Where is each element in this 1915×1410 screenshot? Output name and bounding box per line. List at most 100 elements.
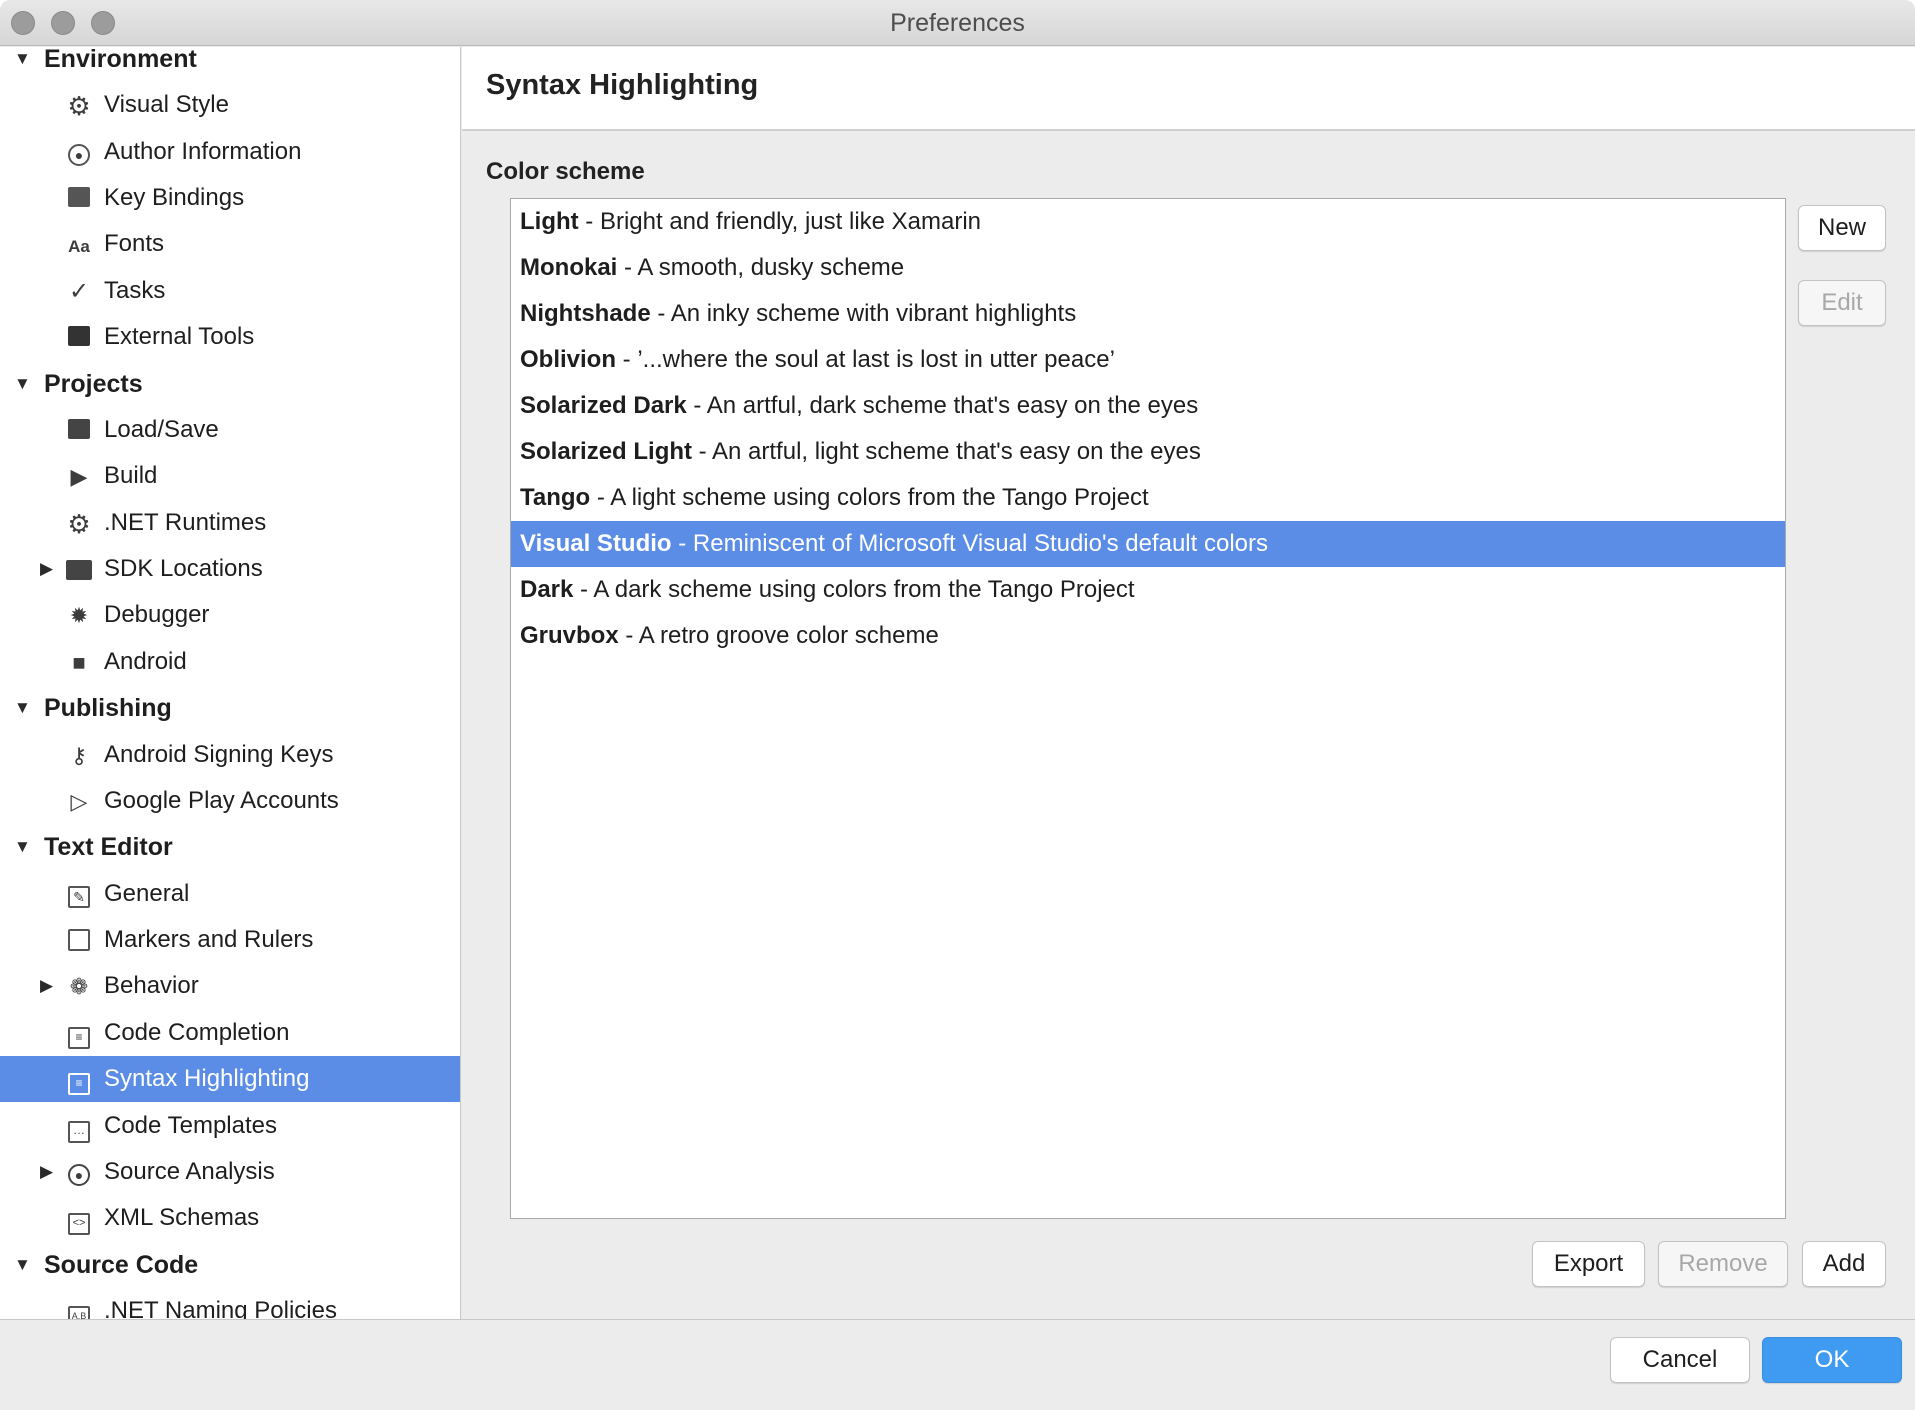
sidebar-item-general[interactable]: ✎ General xyxy=(0,871,460,917)
sidebar-category-label: Source Code xyxy=(44,1251,199,1279)
sidebar-category-publishing[interactable]: ▼ Publishing xyxy=(0,685,460,731)
scheme-name: Gruvbox xyxy=(520,622,619,649)
color-scheme-row[interactable]: Visual Studio - Reminiscent of Microsoft… xyxy=(511,521,1785,567)
person-icon: ● xyxy=(66,141,92,166)
keyboard-icon xyxy=(66,187,92,211)
color-scheme-list[interactable]: Light - Bright and friendly, just like X… xyxy=(510,198,1786,1219)
disclosure-expanded-icon[interactable]: ▼ xyxy=(14,1242,34,1288)
disclosure-collapsed-icon[interactable]: ▶ xyxy=(40,963,60,1009)
sidebar-item-net-runtimes[interactable]: ⚙ .NET Runtimes xyxy=(0,500,460,546)
scheme-description: - ’...where the soul at last is lost in … xyxy=(616,346,1115,373)
list-icon: ≡ xyxy=(66,1022,92,1049)
sidebar-item-google-play-accounts[interactable]: ▷ Google Play Accounts xyxy=(0,778,460,824)
ellipsis-box-icon: … xyxy=(66,1115,92,1143)
sidebar-item-external-tools[interactable]: External Tools xyxy=(0,314,460,360)
sidebar-category-label: Publishing xyxy=(44,694,172,722)
sidebar-item-label: Fonts xyxy=(104,230,165,257)
color-scheme-row[interactable]: Gruvbox - A retro groove color scheme xyxy=(511,613,1785,659)
color-scheme-row[interactable]: Solarized Light - An artful, light schem… xyxy=(511,429,1785,475)
sidebar-item-label: Google Play Accounts xyxy=(104,787,339,814)
scheme-description: - Bright and friendly, just like Xamarin xyxy=(578,208,982,235)
sidebar-category-label: Environment xyxy=(44,47,197,73)
export-button[interactable]: Export xyxy=(1532,1241,1645,1287)
preferences-sidebar: ▼ Environment ⚙ Visual Style ● Author Informa… xyxy=(0,47,461,1320)
sidebar-item-label: Markers and Rulers xyxy=(104,926,314,953)
add-button[interactable]: Add xyxy=(1802,1241,1886,1287)
sidebar-item-tasks[interactable]: ✓ Tasks xyxy=(0,268,460,314)
sidebar-item-markers-and-rulers[interactable]: Markers and Rulers xyxy=(0,917,460,963)
sidebar-category-label: Text Editor xyxy=(44,833,173,861)
disclosure-expanded-icon[interactable]: ▼ xyxy=(14,685,34,731)
sidebar-item-source-analysis[interactable]: ▶ ● Source Analysis xyxy=(0,1149,460,1195)
sidebar-category-label: Projects xyxy=(44,370,143,398)
sidebar-item-label: Tasks xyxy=(104,277,166,304)
sidebar-category-projects[interactable]: ▼ Projects xyxy=(0,361,460,407)
scheme-name: Solarized Light xyxy=(520,438,693,465)
sidebar-item-visual-style[interactable]: ⚙ Visual Style xyxy=(0,82,460,128)
color-scheme-row[interactable]: Light - Bright and friendly, just like X… xyxy=(511,199,1785,245)
radio-icon: ● xyxy=(66,1161,92,1186)
ok-button[interactable]: OK xyxy=(1762,1337,1902,1383)
disclosure-collapsed-icon[interactable]: ▶ xyxy=(40,546,60,592)
sidebar-item-label: Key Bindings xyxy=(104,184,245,211)
sidebar-item-build[interactable]: ▶ Build xyxy=(0,453,460,499)
disclosure-expanded-icon[interactable]: ▼ xyxy=(14,47,34,82)
title-bar: Preferences xyxy=(0,0,1915,46)
sidebar-item-load-save[interactable]: Load/Save xyxy=(0,407,460,453)
sidebar-category-text-editor[interactable]: ▼ Text Editor xyxy=(0,824,460,870)
sidebar-item-debugger[interactable]: ✹ Debugger xyxy=(0,592,460,638)
sidebar-item-label: Code Templates xyxy=(104,1112,277,1139)
cancel-button[interactable]: Cancel xyxy=(1610,1337,1750,1383)
sidebar-item-sdk-locations[interactable]: ▶ SDK Locations xyxy=(0,546,460,592)
sidebar-item-net-naming-policies[interactable]: A.B .NET Naming Policies xyxy=(0,1288,460,1320)
color-scheme-row[interactable]: Monokai - A smooth, dusky scheme xyxy=(511,245,1785,291)
sidebar-item-label: Source Analysis xyxy=(104,1158,275,1185)
sidebar-item-label: .NET Naming Policies xyxy=(104,1297,337,1320)
scheme-name: Tango xyxy=(520,484,591,511)
color-scheme-row[interactable]: Tango - A light scheme using colors from… xyxy=(511,475,1785,521)
disclosure-expanded-icon[interactable]: ▼ xyxy=(14,361,34,407)
sidebar-item-code-templates[interactable]: … Code Templates xyxy=(0,1103,460,1149)
sidebar-item-android[interactable]: ■ Android xyxy=(0,639,460,685)
sidebar-item-label: Behavior xyxy=(104,972,199,999)
sidebar-item-behavior[interactable]: ▶ ❁ Behavior xyxy=(0,963,460,1009)
scheme-name: Solarized Dark xyxy=(520,392,687,419)
sidebar-item-label: Build xyxy=(104,462,158,489)
color-scheme-row[interactable]: Solarized Dark - An artful, dark scheme … xyxy=(511,383,1785,429)
sidebar-item-code-completion[interactable]: ≡ Code Completion xyxy=(0,1010,460,1056)
scheme-name: Monokai xyxy=(520,254,618,281)
sidebar-item-fonts[interactable]: Aa Fonts xyxy=(0,221,460,267)
sidebar-item-key-bindings[interactable]: Key Bindings xyxy=(0,175,460,221)
color-scheme-row[interactable]: Dark - A dark scheme using colors from t… xyxy=(511,567,1785,613)
sidebar-item-label: XML Schemas xyxy=(104,1204,260,1231)
terminal-icon xyxy=(66,326,92,350)
disk-icon xyxy=(66,419,92,443)
color-scheme-row[interactable]: Nightshade - An inky scheme with vibrant… xyxy=(511,291,1785,337)
sidebar-category-environment[interactable]: ▼ Environment xyxy=(0,47,460,82)
sidebar-category-source-code[interactable]: ▼ Source Code xyxy=(0,1242,460,1288)
sidebar-item-label: Android xyxy=(104,648,187,675)
sidebar-item-label: Android Signing Keys xyxy=(104,741,334,768)
scheme-description: - A dark scheme using colors from the Ta… xyxy=(573,576,1135,603)
disclosure-collapsed-icon[interactable]: ▶ xyxy=(40,1149,60,1195)
sidebar-item-android-signing-keys[interactable]: ⚷ Android Signing Keys xyxy=(0,732,460,778)
scheme-description: - A light scheme using colors from the T… xyxy=(590,484,1149,511)
main-pane: Syntax Highlighting Color scheme Light -… xyxy=(462,47,1915,1320)
sidebar-item-label: General xyxy=(104,880,190,907)
scheme-name: Nightshade xyxy=(520,300,651,327)
color-scheme-row[interactable]: Oblivion - ’...where the soul at last is… xyxy=(511,337,1785,383)
edit-scheme-button[interactable]: Edit xyxy=(1798,280,1886,326)
scheme-name: Oblivion xyxy=(520,346,616,373)
sidebar-item-syntax-highlighting[interactable]: ≡ Syntax Highlighting xyxy=(0,1056,460,1102)
font-icon: Aa xyxy=(68,237,90,256)
sidebar-item-label: External Tools xyxy=(104,323,255,350)
disclosure-expanded-icon[interactable]: ▼ xyxy=(14,824,34,870)
sidebar-item-author-information[interactable]: ● Author Information xyxy=(0,129,460,175)
new-scheme-button[interactable]: New xyxy=(1798,205,1886,251)
sidebar-item-xml-schemas[interactable]: <> XML Schemas xyxy=(0,1195,460,1241)
scheme-description: - An inky scheme with vibrant highlights xyxy=(650,300,1077,327)
sidebar-item-label: Visual Style xyxy=(104,91,229,118)
scheme-description: - A smooth, dusky scheme xyxy=(617,254,905,281)
play-icon: ▷ xyxy=(70,789,88,814)
remove-button[interactable]: Remove xyxy=(1658,1241,1788,1287)
